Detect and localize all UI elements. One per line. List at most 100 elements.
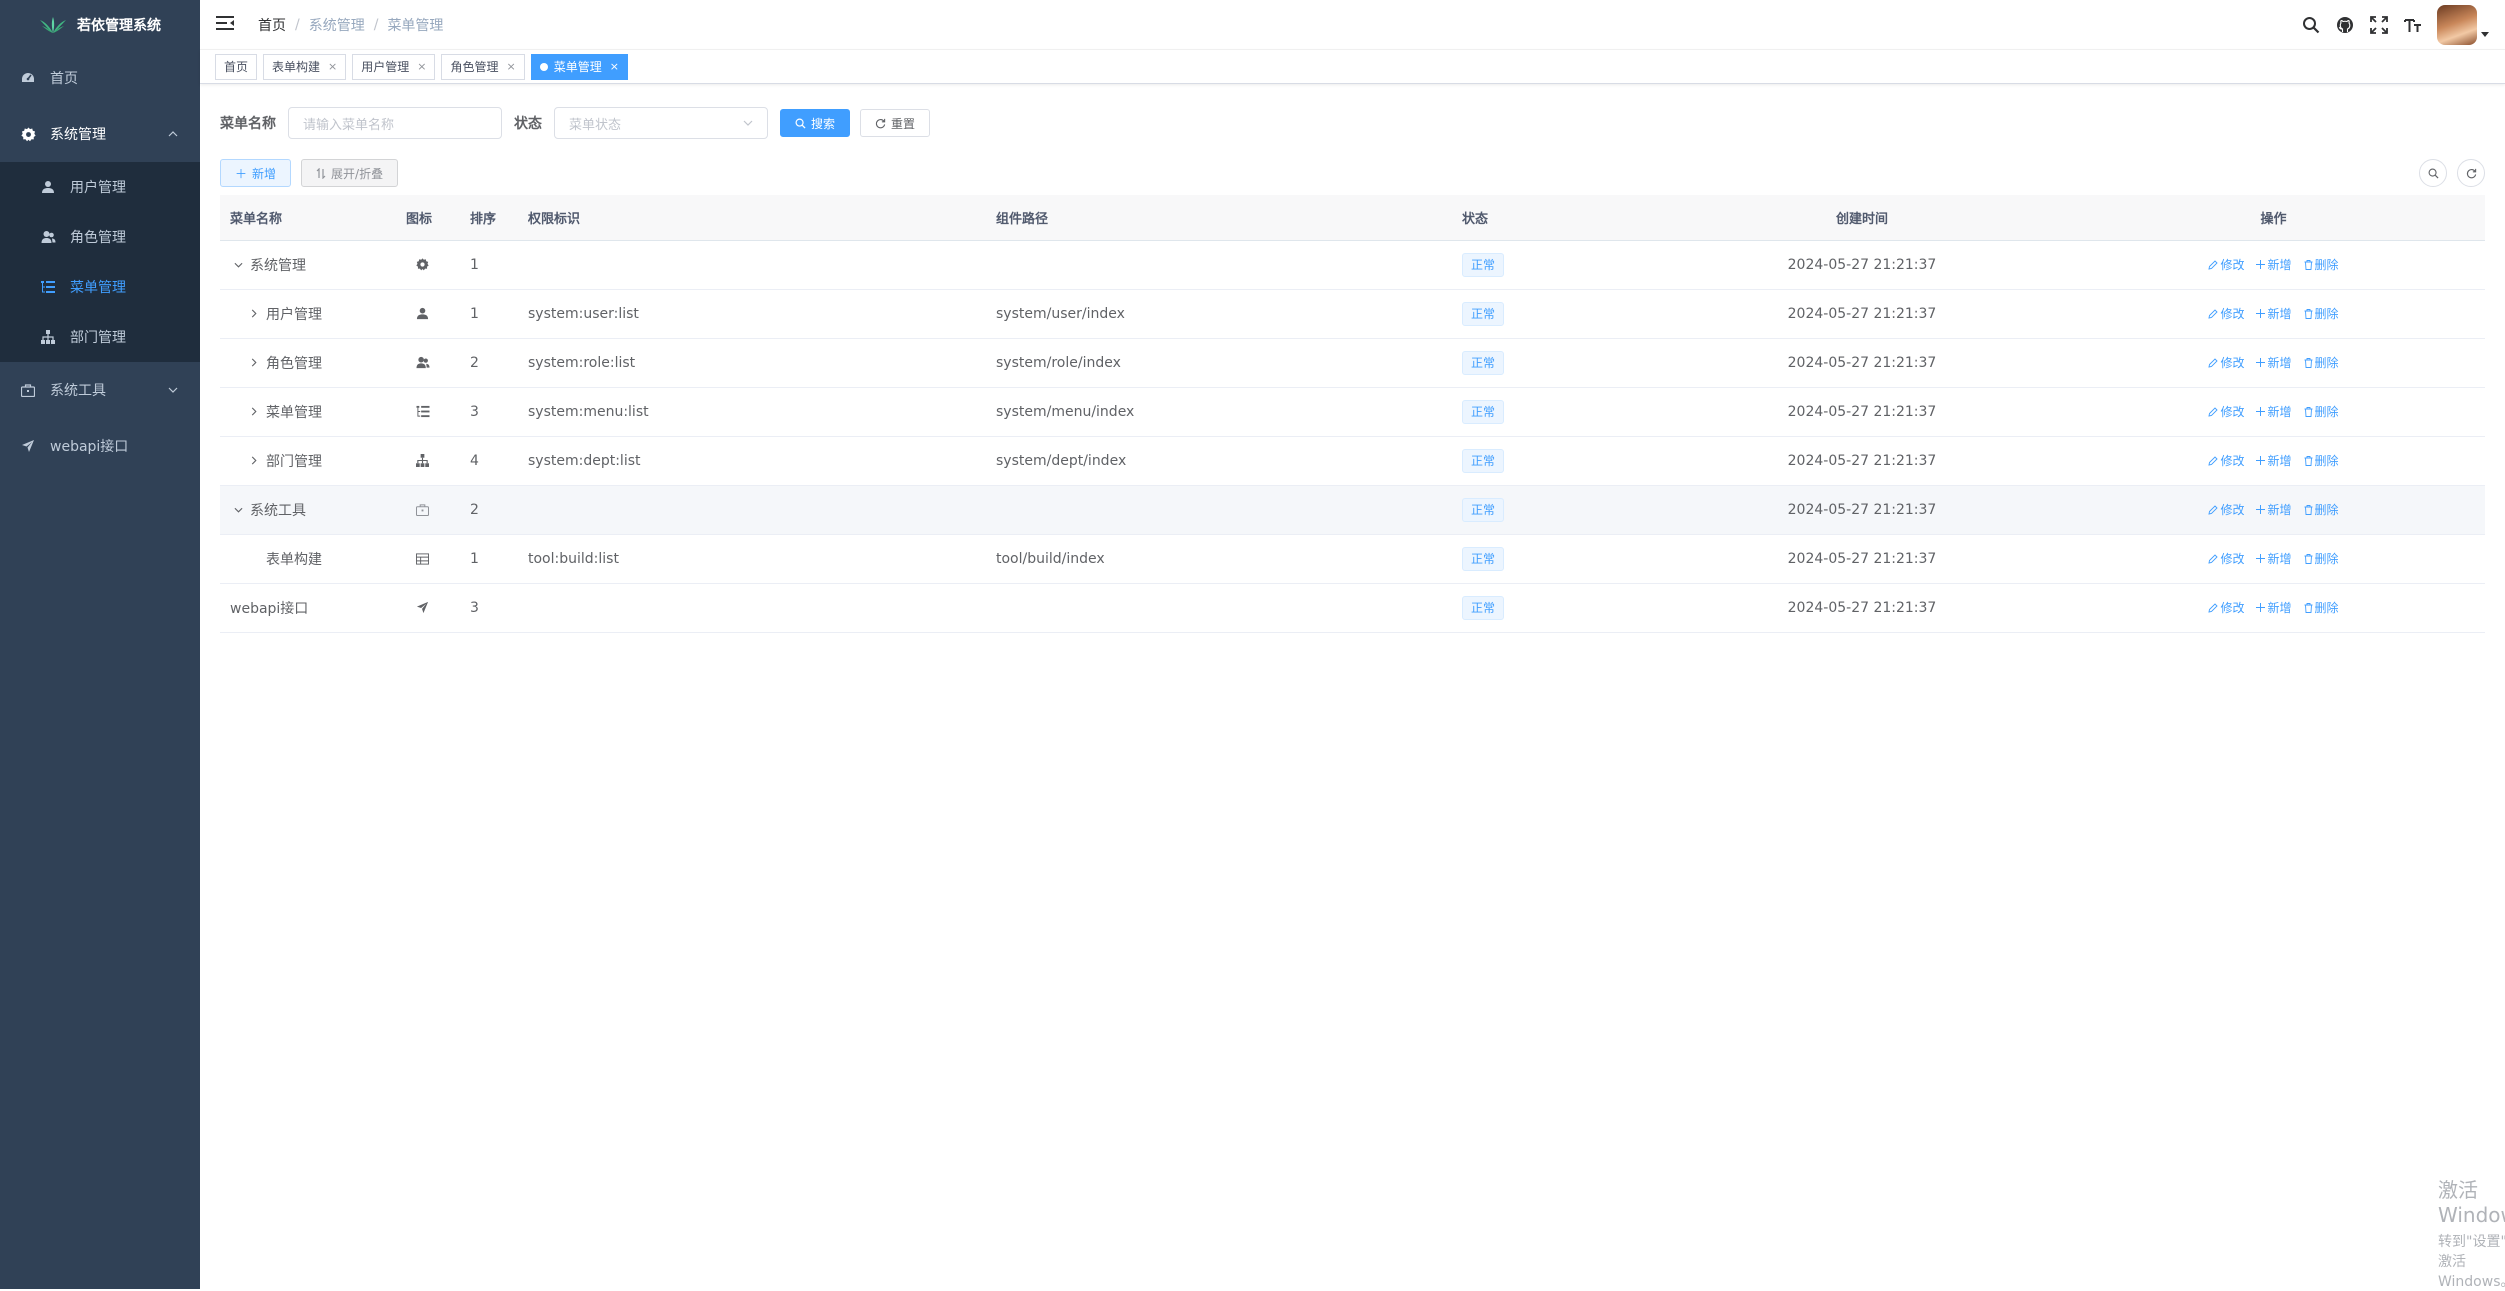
status-badge: 正常 [1462,497,1505,522]
close-icon[interactable]: × [328,60,337,73]
chevron-right-icon[interactable] [246,309,262,318]
sidebar-item-tools[interactable]: 系统工具 [0,362,200,418]
status-select[interactable]: 菜单状态 [554,107,768,139]
edit-button[interactable]: 修改 [2208,256,2244,273]
sidebar-item-users[interactable]: 用户管理 [0,162,200,212]
delete-label: 删除 [2314,405,2339,419]
add-child-button[interactable]: 新增 [2256,550,2292,567]
status-badge: 正常 [1462,546,1505,571]
menu-order: 3 [470,403,479,420]
avatar[interactable] [2437,5,2477,45]
add-child-button[interactable]: 新增 [2256,305,2292,322]
add-button[interactable]: ＋ 新增 [220,159,292,187]
delete-button[interactable]: 删除 [2304,550,2339,567]
table-row: 部门管理 4 system:dept:list system/dept/index 正常… [220,436,2485,486]
edit-button[interactable]: 修改 [2208,550,2244,567]
col-header-order: 排序 [470,195,528,241]
add-child-button[interactable]: 新增 [2256,599,2292,616]
add-child-button[interactable]: 新增 [2256,354,2292,371]
edit-button[interactable]: 修改 [2208,403,2244,420]
chevron-right-icon[interactable] [246,358,262,367]
sidebar-item-label: 部门管理 [70,330,126,346]
peoples-icon [416,356,470,369]
menu-order: 2 [470,354,479,371]
chevron-right-icon[interactable] [246,456,262,465]
menu-order: 1 [470,305,479,322]
add-label: 新增 [2267,503,2292,517]
menu-name: 菜单管理 [266,404,322,421]
sidebar-item-menus[interactable]: 菜单管理 [0,262,200,312]
user-icon [40,179,56,195]
chevron-right-icon[interactable] [246,407,262,416]
sidebar-item-system[interactable]: 系统管理 [0,106,200,162]
watermark-subtitle: 转到"设置"以激活 Windows。 [2438,1234,2505,1290]
toolbox-icon [416,503,470,516]
delete-button[interactable]: 删除 [2304,305,2339,322]
reset-button[interactable]: 重置 [860,109,931,137]
tag-menus[interactable]: 菜单管理 × [530,53,628,80]
sidebar-item-webapi[interactable]: webapi接口 [0,418,200,474]
logo[interactable]: 若依管理系统 [0,0,200,50]
status-badge: 正常 [1462,350,1505,375]
menu-component: system/role/index [996,354,1121,371]
toggle-search-button[interactable] [2419,159,2447,187]
delete-button[interactable]: 删除 [2304,354,2339,371]
delete-button[interactable]: 删除 [2304,501,2339,518]
chevron-down-icon[interactable] [230,262,246,268]
delete-button[interactable]: 删除 [2304,599,2339,616]
edit-button[interactable]: 修改 [2208,452,2244,469]
delete-button[interactable]: 删除 [2304,403,2339,420]
table-header: 菜单名称 图标 排序 权限标识 组件路径 状态 创建时间 操作 [220,195,2485,241]
delete-label: 删除 [2314,356,2339,370]
caret-down-icon[interactable] [2481,31,2489,37]
search-icon[interactable] [2301,15,2321,35]
edit-button[interactable]: 修改 [2208,354,2244,371]
trash-icon [2304,455,2312,466]
dashboard-icon [20,70,36,86]
add-child-button[interactable]: 新增 [2256,403,2292,420]
menu-order: 4 [470,452,479,469]
sidebar-item-home[interactable]: 首页 [0,50,200,106]
search-button[interactable]: 搜索 [780,109,851,137]
breadcrumb-current: 菜单管理 [387,17,444,34]
table-row: 用户管理 1 system:user:list system/user/index 正常… [220,289,2485,339]
tag-roles[interactable]: 角色管理 × [441,53,525,80]
sidebar-item-dept[interactable]: 部门管理 [0,312,200,362]
edit-button[interactable]: 修改 [2208,501,2244,518]
menu-name: 表单构建 [266,551,322,568]
add-label: 新增 [2267,307,2292,321]
breadcrumb-home[interactable]: 首页 [258,15,286,35]
add-child-button[interactable]: 新增 [2256,256,2292,273]
trash-icon [2304,308,2312,319]
chevron-down-icon[interactable] [230,507,246,513]
edit-button[interactable]: 修改 [2208,305,2244,322]
hamburger-icon[interactable] [216,15,236,35]
plus-icon [2256,358,2266,367]
menu-name-input[interactable]: 请输入菜单名称 [288,107,502,139]
row-actions: 修改 新增 删除 [2062,599,2485,616]
created-time: 2024-05-27 21:21:37 [1787,403,1937,420]
close-icon[interactable]: × [417,60,426,73]
tag-home[interactable]: 首页 [215,53,258,80]
tag-users[interactable]: 用户管理 × [352,53,436,80]
refresh-button[interactable] [2457,159,2485,187]
created-time: 2024-05-27 21:21:37 [1787,305,1937,322]
breadcrumb-system: 系统管理 [308,17,365,34]
delete-button[interactable]: 删除 [2304,256,2339,273]
close-icon[interactable]: × [610,60,619,73]
col-header-time: 创建时间 [1662,195,2062,241]
add-child-button[interactable]: 新增 [2256,452,2292,469]
menu-name: 用户管理 [266,306,322,323]
close-icon[interactable]: × [507,60,516,73]
add-child-button[interactable]: 新增 [2256,501,2292,518]
github-icon[interactable] [2335,15,2355,35]
sidebar-item-label: webapi接口 [50,439,129,455]
expand-toggle-button[interactable]: 展开/折叠 [301,159,399,187]
font-size-icon[interactable] [2403,15,2423,35]
tag-form-build[interactable]: 表单构建 × [263,53,347,80]
fullscreen-icon[interactable] [2369,15,2389,35]
edit-button[interactable]: 修改 [2208,599,2244,616]
edit-icon [2208,602,2219,613]
delete-button[interactable]: 删除 [2304,452,2339,469]
sidebar-item-roles[interactable]: 角色管理 [0,212,200,262]
